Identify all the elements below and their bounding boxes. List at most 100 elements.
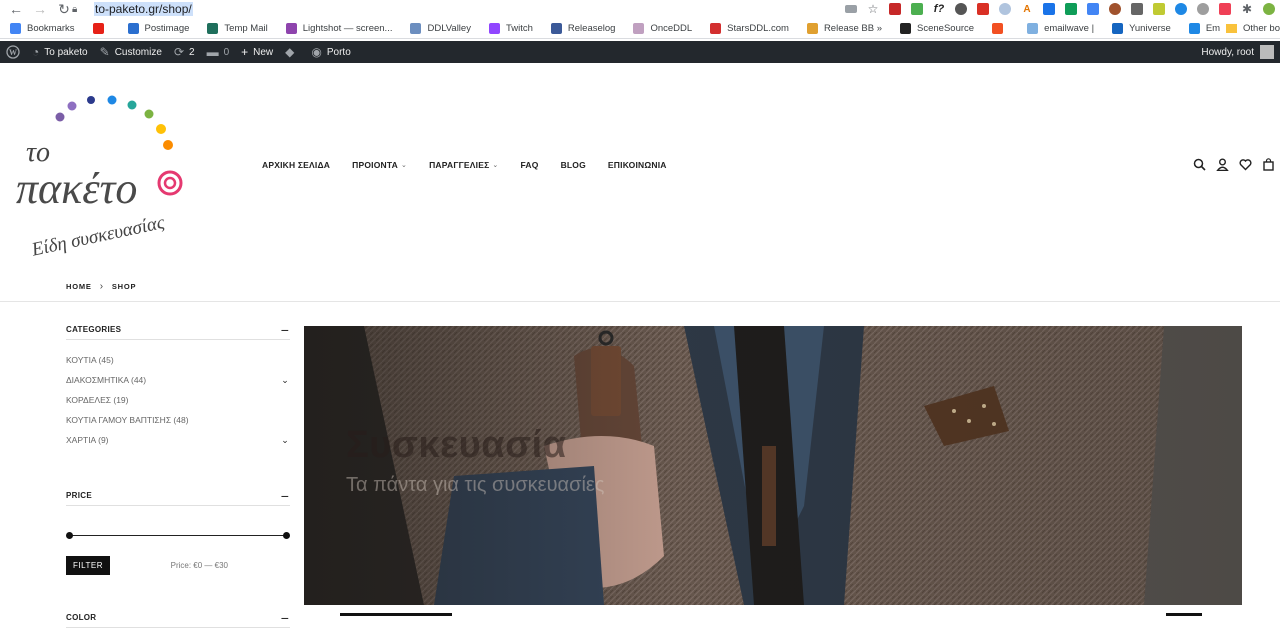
category-item[interactable]: ΚΟΡΔΕΛΕΣ (19) [66,390,290,410]
bookmark-label: OnceDDL [650,22,693,34]
admin-site-name[interactable]: ◔ To paketo [26,41,94,63]
bookmark-item[interactable]: Releaselog [541,18,624,38]
bookmark-favicon-icon [633,22,645,34]
bookmark-item[interactable]: DDLValley [400,18,478,38]
nav-item[interactable]: ΑΡΧΙΚΗ ΣΕΛΙΔΑ [262,160,330,170]
bookmark-item[interactable] [982,18,1017,38]
admin-customize[interactable]: ✎ Customize [94,41,168,63]
cast-icon[interactable] [840,0,862,18]
wordpress-logo-icon[interactable]: W [0,41,26,63]
nav-item[interactable]: BLOG [561,160,586,170]
other-bookmarks[interactable]: Other bo [1220,18,1280,38]
plus-icon: + [241,45,249,59]
category-label: ΧΑΡΤΙΑ (9) [66,435,109,445]
nav-item[interactable]: ΕΠΙΚΟΙΝΩΝΙΑ [608,160,667,170]
filter-button[interactable]: FILTER [66,556,110,575]
search-icon[interactable] [1192,157,1207,172]
price-widget-title[interactable]: PRICE − [66,486,290,506]
bookmark-item[interactable]: Temp Mail [197,18,275,38]
bookmark-item[interactable]: Lightshot — screen... [276,18,401,38]
breadcrumb-current: SHOP [111,282,137,291]
chevron-down-icon[interactable]: ⌄ [280,375,290,386]
extension-shield-icon[interactable] [884,0,906,18]
bookmark-item[interactable]: OnceDDL [623,18,700,38]
bookmark-item[interactable]: Release BB » [797,18,890,38]
logo-text-main: πακέτο [16,164,137,213]
extension-translate-icon[interactable] [1082,0,1104,18]
price-widget: PRICE − FILTER Price: €0 — €30 [66,486,290,575]
price-slider-max-handle[interactable] [283,532,290,539]
categories-title: CATEGORIES [66,325,122,334]
breadcrumb: HOME › SHOP [66,281,136,292]
extension-cookie-icon[interactable] [1104,0,1126,18]
extension-gear-icon[interactable] [1192,0,1214,18]
nav-item[interactable]: ΠΑΡΑΓΓΕΛΙΕΣ ⌄ [429,160,498,170]
bookmark-item[interactable]: Postimage [118,18,198,38]
categories-widget-title[interactable]: CATEGORIES − [66,320,290,340]
extension-circle-icon[interactable] [994,0,1016,18]
forward-icon[interactable]: → [28,0,52,18]
category-item[interactable]: ΚΟΥΤΙΑ ΓΑΜΟΥ ΒΑΠΤΙΣΗΣ (48) [66,410,290,430]
svg-text:W: W [9,48,17,57]
bookmark-item[interactable]: SceneSource [890,18,982,38]
bookmark-favicon-icon [92,22,104,34]
bookmark-item[interactable]: Bookmarks [0,18,83,38]
price-slider-min-handle[interactable] [66,532,73,539]
wp-admin-bar: W ◔ To paketo ✎ Customize ⟳ 2 ▬ 0 + New … [0,41,1280,63]
category-item[interactable]: ΔΙΑΚΟΣΜΗΤΙΚΑ (44) ⌄ [66,370,290,390]
bookmark-item[interactable]: emailwave | [1017,18,1102,38]
extension-table-icon[interactable] [1060,0,1082,18]
admin-comments[interactable]: ▬ 0 [201,41,236,63]
url-text: to-paketo.gr/shop/ [94,2,193,16]
extensions-puzzle-icon[interactable]: ✱ [1236,0,1258,18]
updates-icon: ⟳ [173,45,184,59]
collapse-icon[interactable]: − [280,322,290,338]
admin-howdy[interactable]: Howdy, root [1201,41,1280,63]
color-widget: COLOR − [66,608,290,628]
admin-diamond-icon[interactable]: ◆ [279,41,305,63]
category-item[interactable]: ΚΟΥΤΙΑ (45) [66,350,290,370]
admin-theme[interactable]: ◉ Porto [305,41,356,63]
extension-eye-icon[interactable] [1148,0,1170,18]
category-label: ΔΙΑΚΟΣΜΗΤΙΚΑ (44) [66,375,147,385]
price-range-slider[interactable] [66,531,290,541]
user-account-icon[interactable] [1215,157,1230,172]
cart-icon[interactable] [1261,157,1276,172]
back-icon[interactable]: ← [4,0,28,18]
bookmark-favicon-icon [410,22,422,34]
browser-address-bar: ← → ↻ 🔒︎ to-paketo.gr/shop/ ☆ f? A ✱ [0,0,1280,18]
bookmark-item[interactable] [83,18,118,38]
bookmark-item[interactable]: Twitch [479,18,541,38]
admin-updates-count: 2 [189,46,195,58]
bookmark-item[interactable]: StarsDDL.com [700,18,797,38]
admin-new[interactable]: + New [235,41,279,63]
bookmarks-bar: Bookmarks Postimage Temp Mail Lightshot — s… [0,18,1280,39]
star-icon[interactable]: ☆ [862,0,884,18]
header-icons [1192,157,1276,172]
collapse-icon[interactable]: − [280,610,290,626]
wishlist-heart-icon[interactable] [1238,157,1253,172]
bookmark-favicon-icon [127,22,139,34]
extension-mail-icon[interactable] [972,0,994,18]
nav-item[interactable]: ΠΡΟΙΟΝΤΑ ⌄ [352,160,407,170]
bookmark-item[interactable]: Yuniverse [1102,18,1179,38]
extension-f-icon[interactable]: f? [928,0,950,18]
color-widget-title[interactable]: COLOR − [66,608,290,628]
extension-blue-icon[interactable] [1038,0,1060,18]
profile-avatar-icon[interactable] [1258,0,1280,18]
extension-pen-icon[interactable] [1126,0,1148,18]
extension-refresh-icon[interactable] [1170,0,1192,18]
extension-wordpress-icon[interactable] [950,0,972,18]
extension-a-icon[interactable]: A [1016,0,1038,18]
nav-item[interactable]: FAQ [520,160,538,170]
url-field[interactable]: 🔒︎ to-paketo.gr/shop/ [72,0,892,18]
breadcrumb-home[interactable]: HOME [66,282,92,291]
bookmark-favicon-icon [710,22,722,34]
site-logo[interactable]: το πακέτο Είδη συσκευασίας [12,83,192,263]
category-item[interactable]: ΧΑΡΤΙΑ (9) ⌄ [66,430,290,450]
extension-pocket-icon[interactable] [1214,0,1236,18]
extension-chart-icon[interactable] [906,0,928,18]
collapse-icon[interactable]: − [280,488,290,504]
chevron-down-icon[interactable]: ⌄ [280,435,290,446]
admin-updates[interactable]: ⟳ 2 [168,41,201,63]
